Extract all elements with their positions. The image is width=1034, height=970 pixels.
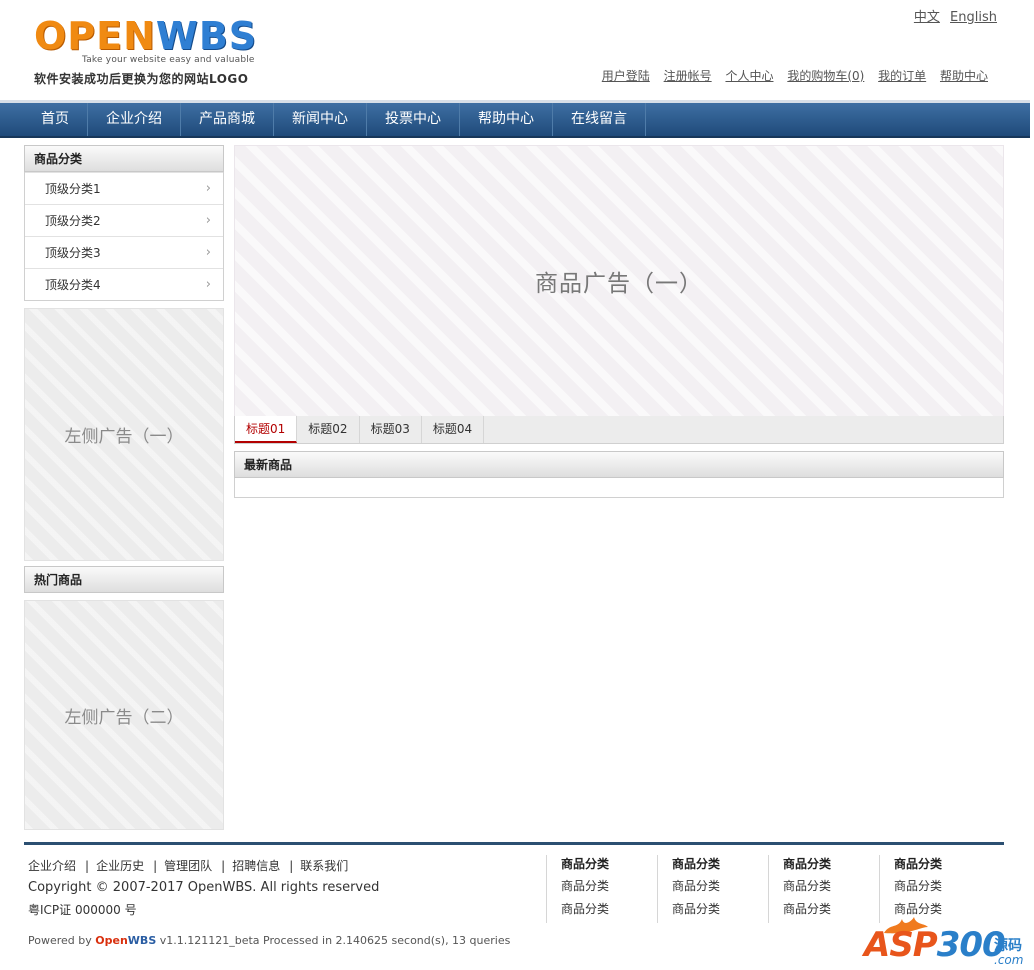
- chevron-right-icon: ›: [205, 245, 211, 260]
- nav-item-help[interactable]: 帮助中心: [460, 103, 553, 136]
- footer-column-heading: 商品分类: [783, 857, 832, 871]
- main-nav: 首页 企业介绍 产品商城 新闻中心 投票中心 帮助中心 在线留言: [0, 100, 1030, 138]
- new-products-title: 最新商品: [234, 451, 1004, 478]
- lang-english-link[interactable]: English: [950, 10, 997, 25]
- footer-column-item[interactable]: 商品分类: [672, 875, 757, 898]
- tab-title-03[interactable]: 标题03: [360, 416, 422, 443]
- tab-title-01[interactable]: 标题01: [235, 416, 298, 443]
- help-center-link[interactable]: 帮助中心: [940, 69, 988, 83]
- footer-column-item[interactable]: 商品分类: [894, 875, 979, 898]
- category-label: 顶级分类2: [45, 214, 101, 228]
- chevron-right-icon: ›: [205, 213, 211, 228]
- footer-separator: |: [221, 859, 226, 873]
- nav-item-vote[interactable]: 投票中心: [367, 103, 460, 136]
- header: OPENWBS Take your website easy and valua…: [0, 0, 1030, 100]
- nav-item-home[interactable]: 首页: [23, 103, 88, 136]
- orders-link[interactable]: 我的订单: [878, 69, 926, 83]
- footer-link-company[interactable]: 企业介绍: [28, 859, 76, 873]
- footer-category-column: 商品分类 商品分类 商品分类: [768, 855, 868, 923]
- watermark-logo: ASP300 源码 .com: [862, 915, 1030, 970]
- nav-item-products[interactable]: 产品商城: [181, 103, 274, 136]
- nav-item-guestbook[interactable]: 在线留言: [553, 103, 646, 136]
- category-item[interactable]: 顶级分类1 ›: [25, 172, 223, 204]
- footer-separator: |: [85, 859, 90, 873]
- tab-title-04[interactable]: 标题04: [422, 416, 485, 443]
- copyright-text: Copyright © 2007-2017 OpenWBS. All right…: [28, 880, 380, 895]
- banner-tabs: 标题01 标题02 标题03 标题04: [234, 416, 1004, 444]
- powered-by-text: Powered by OpenWBS v1.1.121121_beta Proc…: [28, 934, 511, 947]
- category-box: 商品分类 顶级分类1 › 顶级分类2 › 顶级分类3 › 顶级分类4 ›: [24, 145, 224, 301]
- chevron-right-icon: ›: [205, 277, 211, 292]
- category-label: 顶级分类1: [45, 182, 101, 196]
- footer-link-team[interactable]: 管理团队: [164, 859, 212, 873]
- category-list: 顶级分类1 › 顶级分类2 › 顶级分类3 › 顶级分类4 ›: [24, 172, 224, 301]
- lang-chinese-link[interactable]: 中文: [914, 10, 940, 25]
- nav-item-news[interactable]: 新闻中心: [274, 103, 367, 136]
- watermark-dotcom: .com: [994, 953, 1024, 967]
- footer-links: 企业介绍 | 企业历史 | 管理团队 | 招聘信息 | 联系我们: [28, 857, 348, 874]
- top-links: 用户登陆 注册帐号 个人中心 我的购物车(0) 我的订单 帮助中心: [592, 67, 988, 84]
- category-item[interactable]: 顶级分类2 ›: [25, 204, 223, 236]
- footer-column-item[interactable]: 商品分类: [561, 875, 646, 898]
- footer-column-item[interactable]: 商品分类: [783, 875, 868, 898]
- footer-separator: |: [153, 859, 158, 873]
- footer-column-item[interactable]: 商品分类: [783, 898, 868, 921]
- category-item[interactable]: 顶级分类4 ›: [25, 268, 223, 300]
- register-link[interactable]: 注册帐号: [664, 69, 712, 83]
- hot-products-box: 热门商品: [24, 566, 224, 593]
- watermark-side-text: 源码: [994, 938, 1022, 954]
- footer-column-item[interactable]: 商品分类: [672, 898, 757, 921]
- watermark-wordmark: ASP300: [864, 925, 1006, 965]
- category-item[interactable]: 顶级分类3 ›: [25, 236, 223, 268]
- chevron-right-icon: ›: [205, 181, 211, 196]
- language-switcher: 中文 English: [908, 6, 997, 25]
- left-ad-2[interactable]: 左侧广告（二）: [24, 600, 224, 830]
- footer-column-heading: 商品分类: [672, 857, 721, 871]
- logo-tagline: Take your website easy and valuable: [82, 55, 255, 65]
- tab-title-02[interactable]: 标题02: [297, 416, 360, 443]
- left-ad-1[interactable]: 左侧广告（一）: [24, 308, 224, 561]
- category-label: 顶级分类3: [45, 246, 101, 260]
- hot-products-title: 热门商品: [24, 566, 224, 593]
- footer-category-column: 商品分类 商品分类 商品分类: [546, 855, 646, 923]
- footer-separator: |: [289, 859, 294, 873]
- logo-subtitle: 软件安装成功后更换为您的网站LOGO: [34, 72, 249, 86]
- footer-column-heading: 商品分类: [561, 857, 610, 871]
- user-center-link[interactable]: 个人中心: [725, 69, 773, 83]
- nav-item-company[interactable]: 企业介绍: [88, 103, 181, 136]
- footer: 企业介绍 | 企业历史 | 管理团队 | 招聘信息 | 联系我们 Copyright © 200…: [24, 842, 1004, 970]
- main-banner-ad[interactable]: 商品广告（一）: [234, 145, 1004, 417]
- footer-link-contact[interactable]: 联系我们: [300, 859, 348, 873]
- footer-category-column: 商品分类 商品分类 商品分类: [657, 855, 757, 923]
- footer-column-heading: 商品分类: [894, 857, 943, 871]
- footer-link-jobs[interactable]: 招聘信息: [232, 859, 280, 873]
- new-products-body: [234, 478, 1004, 498]
- login-link[interactable]: 用户登陆: [602, 69, 650, 83]
- site-logo[interactable]: OPENWBS Take your website easy and valua…: [32, 12, 277, 90]
- icp-text: 粤ICP证 000000 号: [28, 903, 137, 917]
- footer-link-history[interactable]: 企业历史: [96, 859, 144, 873]
- new-products-box: 最新商品: [234, 451, 1004, 498]
- category-title: 商品分类: [24, 145, 224, 172]
- footer-column-item[interactable]: 商品分类: [561, 898, 646, 921]
- logo-wordmark: OPENWBS: [34, 14, 258, 58]
- category-label: 顶级分类4: [45, 278, 101, 292]
- cart-link[interactable]: 我的购物车(0): [787, 69, 864, 83]
- footer-category-column: 商品分类 商品分类 商品分类: [879, 855, 979, 923]
